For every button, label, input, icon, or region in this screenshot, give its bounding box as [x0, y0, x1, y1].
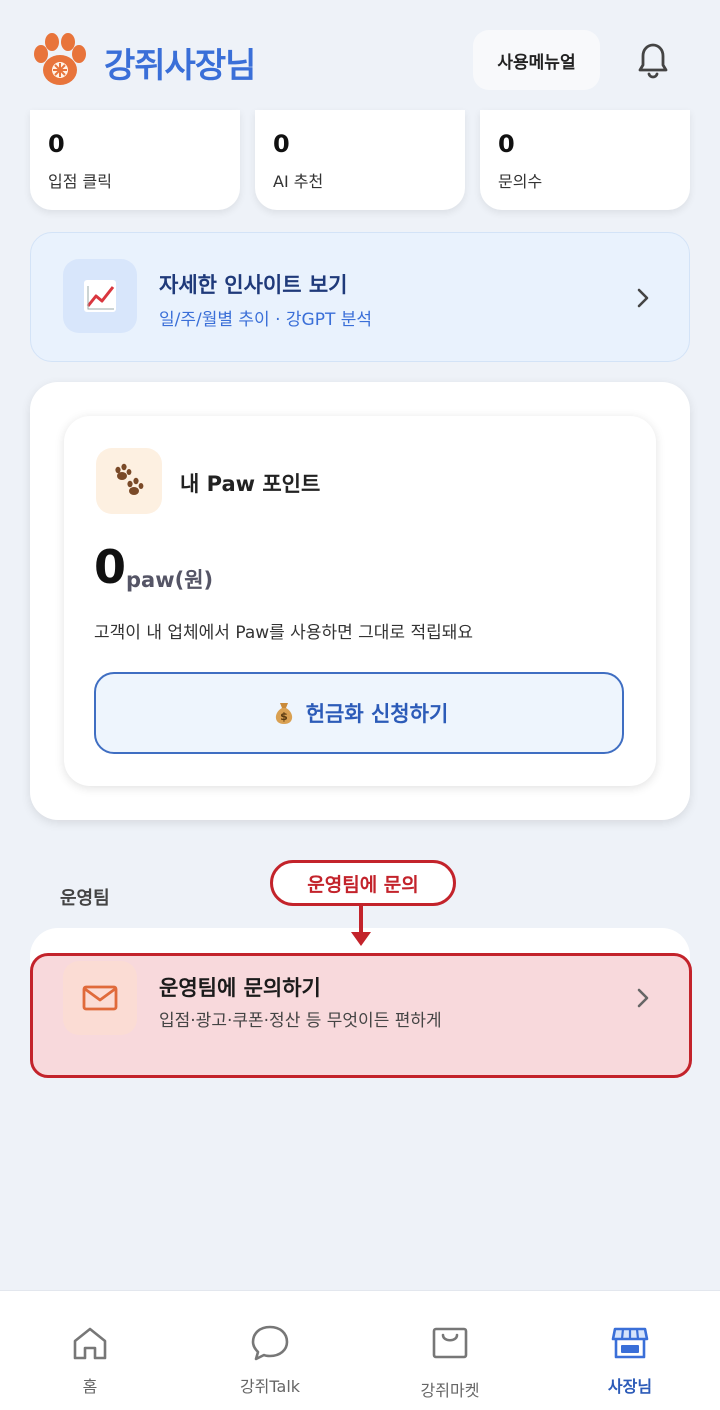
- bell-icon[interactable]: [632, 38, 674, 82]
- paw-prints-icon: [96, 448, 162, 514]
- stat-card-inquiries[interactable]: 0 문의수: [480, 110, 690, 210]
- stat-label: 문의수: [498, 172, 543, 191]
- paw-amount: 0: [94, 540, 127, 594]
- contact-ops-title: 운영팀에 문의하기: [159, 976, 321, 1000]
- chevron-right-icon: [637, 988, 649, 1008]
- contact-ops-card[interactable]: 운영팀에 문의하기 입점·광고·쿠폰·정산 등 무엇이든 편하게: [30, 953, 692, 1078]
- home-icon: [73, 1327, 107, 1360]
- svg-text:$: $: [280, 710, 288, 723]
- paw-section: 내 Paw 포인트 0 paw(원) 고객이 내 업체에서 Paw를 사용하면 …: [30, 382, 690, 820]
- money-bag-icon: $: [275, 703, 292, 724]
- contact-ops-subtitle: 입점·광고·쿠폰·정산 등 무엇이든 편하게: [159, 1011, 442, 1031]
- stat-label: 입점 클릭: [48, 172, 112, 191]
- insight-card[interactable]: 자세한 인사이트 보기 일/주/월별 추이 · 강GPT 분석: [30, 232, 690, 362]
- annotation-arrowhead: [351, 932, 371, 946]
- nav-item-home[interactable]: 홈: [0, 1291, 180, 1410]
- insight-title: 자세한 인사이트 보기: [159, 273, 348, 297]
- stat-value: 0: [273, 130, 290, 158]
- cash-out-button[interactable]: $ 헌금화 신청하기: [94, 672, 624, 754]
- insight-subtitle: 일/주/월별 추이 · 강GPT 분석: [159, 310, 373, 330]
- nav-label: 홈: [82, 1377, 98, 1396]
- nav-label: 강쥐마켓: [420, 1381, 480, 1400]
- nav-item-owner[interactable]: 사장님: [540, 1291, 720, 1410]
- cash-out-label: 헌금화 신청하기: [305, 702, 449, 726]
- chart-up-icon: [63, 259, 137, 333]
- paw-logo-icon[interactable]: [30, 32, 90, 88]
- stat-card-clicks[interactable]: 0 입점 클릭: [30, 110, 240, 210]
- nav-item-talk[interactable]: 강쥐Talk: [180, 1291, 360, 1410]
- store-icon: [611, 1327, 649, 1359]
- stat-value: 0: [48, 130, 65, 158]
- stat-value: 0: [498, 130, 515, 158]
- mail-icon: [63, 961, 137, 1035]
- stat-card-ai[interactable]: 0 AI 추천: [255, 110, 465, 210]
- bottom-nav: 홈 강쥐Talk 강쥐마켓 사장님: [0, 1290, 720, 1410]
- nav-item-market[interactable]: 강쥐마켓: [360, 1291, 540, 1410]
- app-header: 강쥐사장님 사용메뉴얼: [0, 0, 720, 120]
- stat-label: AI 추천: [273, 172, 324, 191]
- annotation-arrow: [359, 906, 363, 934]
- annotation-callout: 운영팀에 문의: [270, 860, 456, 906]
- shopping-bag-icon: [432, 1327, 468, 1359]
- app-title: 강쥐사장님: [104, 46, 256, 86]
- chat-bubble-icon: [251, 1325, 289, 1361]
- nav-label: 사장님: [607, 1377, 653, 1396]
- manual-button[interactable]: 사용메뉴얼: [473, 30, 600, 90]
- paw-description: 고객이 내 업체에서 Paw를 사용하면 그대로 적립돼요: [94, 623, 474, 643]
- paw-title: 내 Paw 포인트: [180, 472, 321, 496]
- chevron-right-icon: [637, 288, 649, 308]
- nav-label: 강쥐Talk: [239, 1377, 301, 1396]
- paw-unit: paw(원): [126, 568, 214, 592]
- paw-card: 내 Paw 포인트 0 paw(원) 고객이 내 업체에서 Paw를 사용하면 …: [64, 416, 656, 786]
- ops-section-label: 운영팀: [60, 888, 110, 909]
